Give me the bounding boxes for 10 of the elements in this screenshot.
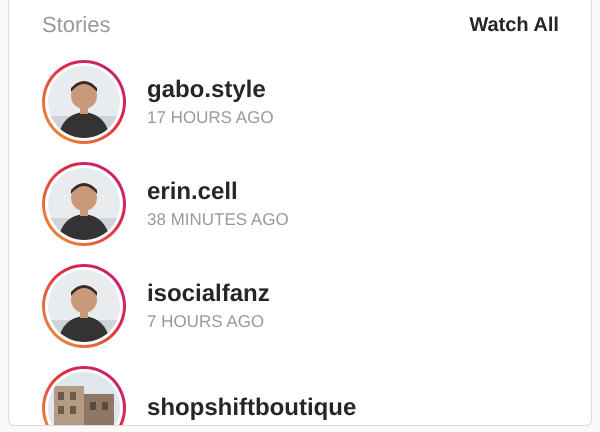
username[interactable]: shopshiftboutique	[147, 394, 356, 422]
story-avatar-ring[interactable]	[42, 366, 126, 425]
watch-all-link[interactable]: Watch All	[469, 14, 559, 36]
story-time: 38 MINUTES AGO	[147, 210, 289, 230]
username[interactable]: gabo.style	[147, 76, 274, 104]
section-title: Stories	[42, 12, 110, 38]
username[interactable]: isocialfanz	[147, 280, 270, 308]
story-time: 17 HOURS AGO	[147, 108, 274, 128]
username[interactable]: erin.cell	[147, 178, 289, 206]
story-time: 7 HOURS AGO	[147, 312, 266, 332]
